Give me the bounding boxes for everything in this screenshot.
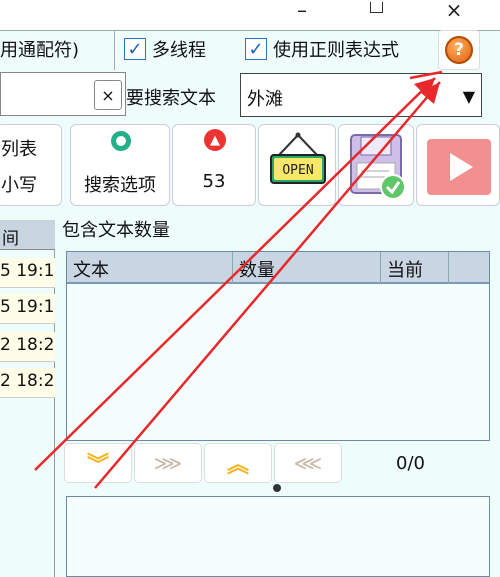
regex-label: 使用正则表达式 — [273, 40, 399, 61]
chevron-down-icon: ︾ — [86, 453, 109, 478]
title-bar: – × — [0, 0, 500, 30]
table-row[interactable]: 5 19:1 — [0, 294, 55, 324]
table-row[interactable]: 2 18:2 — [0, 332, 55, 362]
splitter-handle[interactable] — [273, 484, 281, 492]
save-button[interactable] — [338, 124, 414, 206]
open-text: OPEN — [282, 163, 313, 178]
list-case-panel[interactable]: 列表 小写 — [0, 124, 62, 206]
clear-button[interactable]: × — [94, 80, 122, 110]
match-position: 0/0 — [396, 453, 425, 474]
first-button[interactable]: ⋘ — [274, 443, 342, 483]
match-navigation: ︾ ⋙ ︽ ⋘ 0/0 — [62, 441, 490, 485]
minimize-icon: – — [297, 0, 307, 22]
save-disk-icon — [350, 134, 406, 200]
table-row[interactable]: 2 18:2 — [0, 368, 55, 398]
help-icon: ? — [445, 36, 473, 64]
clear-icon: × — [101, 85, 115, 105]
wildcard-label: 用通配符) — [0, 40, 80, 61]
search-options-label: 搜索选项 — [84, 175, 156, 196]
preview-panel[interactable] — [66, 496, 490, 577]
count-table[interactable]: 文本 数量 当前 — [66, 251, 490, 441]
double-chevron-up-icon: ⋘ — [293, 451, 323, 475]
play-icon — [427, 139, 491, 195]
up-arrow-icon: ▲ — [204, 129, 226, 151]
count-value: 53 — [202, 171, 226, 192]
last-button[interactable]: ⋙ — [134, 443, 202, 483]
check-icon: ✓ — [127, 38, 143, 60]
maximize-icon — [369, 1, 383, 13]
close-icon: × — [445, 0, 463, 22]
open-sign-icon: OPEN — [270, 132, 326, 184]
maximize-button[interactable] — [356, 0, 396, 20]
column-header-count[interactable]: 数量 — [233, 252, 381, 284]
count-panel-title: 包含文本数量 — [62, 220, 170, 241]
search-text-combo[interactable]: 外滩 ▼ — [240, 73, 482, 117]
multithread-label: 多线程 — [152, 40, 206, 61]
column-header-text[interactable]: 文本 — [67, 252, 233, 284]
count-table-header: 文本 数量 当前 — [67, 252, 489, 284]
search-options-button[interactable]: 搜索选项 — [70, 124, 170, 206]
column-header-extra — [449, 252, 489, 284]
run-search-button[interactable] — [416, 124, 500, 206]
column-header-current[interactable]: 当前 — [381, 252, 449, 284]
case-label: 小写 — [1, 175, 37, 196]
multithread-checkbox[interactable]: ✓ — [124, 38, 146, 60]
check-icon: ✓ — [248, 38, 264, 60]
close-button[interactable]: × — [434, 0, 474, 22]
divider — [114, 30, 115, 70]
time-column-header[interactable]: 间 — [0, 220, 55, 250]
search-text-label: 要搜索文本 — [126, 88, 216, 109]
help-button[interactable]: ? — [438, 30, 480, 70]
chevron-up-icon: ︽ — [226, 453, 249, 478]
regex-checkbox[interactable]: ✓ — [245, 38, 267, 60]
double-chevron-down-icon: ⋙ — [153, 451, 183, 475]
list-label: 列表 — [1, 139, 37, 160]
combo-value: 外滩 — [247, 89, 283, 110]
open-button[interactable]: OPEN — [258, 124, 336, 206]
chevron-down-icon: ▼ — [462, 87, 475, 106]
gear-icon — [111, 131, 131, 151]
count-button[interactable]: ▲ 53 — [172, 124, 256, 206]
previous-button[interactable]: ︽ — [204, 443, 272, 483]
minimize-button[interactable]: – — [282, 0, 322, 22]
next-button[interactable]: ︾ — [64, 443, 132, 483]
table-row[interactable]: 5 19:1 — [0, 258, 55, 288]
